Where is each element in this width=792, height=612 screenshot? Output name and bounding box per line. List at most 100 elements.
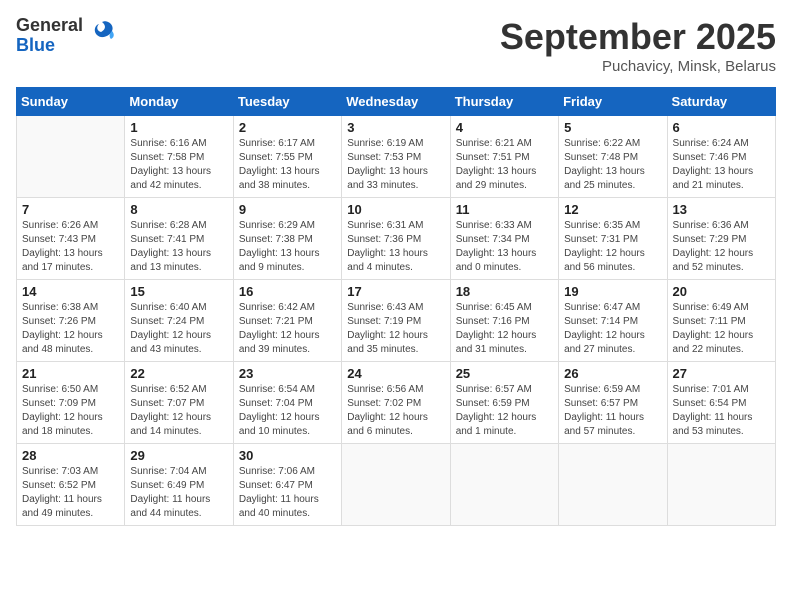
day-number: 2 [239,120,336,135]
day-info: Sunrise: 7:01 AM Sunset: 6:54 PM Dayligh… [673,383,770,439]
sunset-label: Sunset: 7:04 PM [239,398,313,409]
day-info: Sunrise: 6:38 AM Sunset: 7:26 PM Dayligh… [22,301,119,357]
daylight-label: Daylight: 12 hours and 27 minutes. [564,330,645,355]
day-number: 30 [239,448,336,463]
sunrise-label: Sunrise: 7:03 AM [22,466,98,477]
header: General Blue September 2025 Puchavicy, M… [16,16,776,75]
subtitle: Puchavicy, Minsk, Belarus [500,58,776,75]
day-info: Sunrise: 6:52 AM Sunset: 7:07 PM Dayligh… [130,383,227,439]
sunrise-label: Sunrise: 6:50 AM [22,384,98,395]
sunset-label: Sunset: 7:55 PM [239,152,313,163]
sunset-label: Sunset: 6:59 PM [456,398,530,409]
sunrise-label: Sunrise: 6:43 AM [347,302,423,313]
sunset-label: Sunset: 6:49 PM [130,480,204,491]
sunrise-label: Sunrise: 6:24 AM [673,138,749,149]
sunset-label: Sunset: 7:24 PM [130,316,204,327]
calendar-cell: 19 Sunrise: 6:47 AM Sunset: 7:14 PM Dayl… [559,280,667,362]
sunrise-label: Sunrise: 6:21 AM [456,138,532,149]
sunrise-label: Sunrise: 6:19 AM [347,138,423,149]
calendar-cell: 15 Sunrise: 6:40 AM Sunset: 7:24 PM Dayl… [125,280,233,362]
day-info: Sunrise: 6:24 AM Sunset: 7:46 PM Dayligh… [673,137,770,193]
daylight-label: Daylight: 11 hours and 57 minutes. [564,412,644,437]
calendar-week-1: 1 Sunrise: 6:16 AM Sunset: 7:58 PM Dayli… [17,116,776,198]
calendar-cell [342,444,450,526]
calendar-table: SundayMondayTuesdayWednesdayThursdayFrid… [16,87,776,526]
sunset-label: Sunset: 7:38 PM [239,234,313,245]
day-info: Sunrise: 6:21 AM Sunset: 7:51 PM Dayligh… [456,137,553,193]
sunset-label: Sunset: 7:21 PM [239,316,313,327]
sunset-label: Sunset: 6:52 PM [22,480,96,491]
sunset-label: Sunset: 7:16 PM [456,316,530,327]
col-header-wednesday: Wednesday [342,88,450,116]
calendar-cell [667,444,775,526]
day-info: Sunrise: 6:31 AM Sunset: 7:36 PM Dayligh… [347,219,444,275]
logo-general: General [16,16,83,36]
day-number: 23 [239,366,336,381]
sunrise-label: Sunrise: 6:33 AM [456,220,532,231]
sunrise-label: Sunrise: 6:26 AM [22,220,98,231]
daylight-label: Daylight: 12 hours and 18 minutes. [22,412,103,437]
daylight-label: Daylight: 11 hours and 40 minutes. [239,494,319,519]
sunrise-label: Sunrise: 7:01 AM [673,384,749,395]
sunrise-label: Sunrise: 6:45 AM [456,302,532,313]
sunset-label: Sunset: 6:47 PM [239,480,313,491]
sunrise-label: Sunrise: 6:31 AM [347,220,423,231]
calendar-cell: 26 Sunrise: 6:59 AM Sunset: 6:57 PM Dayl… [559,362,667,444]
sunrise-label: Sunrise: 6:57 AM [456,384,532,395]
sunrise-label: Sunrise: 6:42 AM [239,302,315,313]
day-number: 24 [347,366,444,381]
daylight-label: Daylight: 13 hours and 29 minutes. [456,166,537,191]
calendar-cell: 16 Sunrise: 6:42 AM Sunset: 7:21 PM Dayl… [233,280,341,362]
daylight-label: Daylight: 13 hours and 33 minutes. [347,166,428,191]
calendar-cell: 24 Sunrise: 6:56 AM Sunset: 7:02 PM Dayl… [342,362,450,444]
sunrise-label: Sunrise: 6:49 AM [673,302,749,313]
calendar-cell: 18 Sunrise: 6:45 AM Sunset: 7:16 PM Dayl… [450,280,558,362]
daylight-label: Daylight: 13 hours and 9 minutes. [239,248,320,273]
sunset-label: Sunset: 7:48 PM [564,152,638,163]
col-header-monday: Monday [125,88,233,116]
daylight-label: Daylight: 12 hours and 39 minutes. [239,330,320,355]
daylight-label: Daylight: 11 hours and 49 minutes. [22,494,102,519]
sunset-label: Sunset: 7:09 PM [22,398,96,409]
calendar-week-2: 7 Sunrise: 6:26 AM Sunset: 7:43 PM Dayli… [17,198,776,280]
calendar-cell: 12 Sunrise: 6:35 AM Sunset: 7:31 PM Dayl… [559,198,667,280]
calendar-cell: 8 Sunrise: 6:28 AM Sunset: 7:41 PM Dayli… [125,198,233,280]
calendar-cell: 10 Sunrise: 6:31 AM Sunset: 7:36 PM Dayl… [342,198,450,280]
daylight-label: Daylight: 13 hours and 13 minutes. [130,248,211,273]
calendar-cell: 28 Sunrise: 7:03 AM Sunset: 6:52 PM Dayl… [17,444,125,526]
day-number: 5 [564,120,661,135]
calendar-cell: 30 Sunrise: 7:06 AM Sunset: 6:47 PM Dayl… [233,444,341,526]
sunrise-label: Sunrise: 6:38 AM [22,302,98,313]
day-number: 29 [130,448,227,463]
calendar-week-5: 28 Sunrise: 7:03 AM Sunset: 6:52 PM Dayl… [17,444,776,526]
title-area: September 2025 Puchavicy, Minsk, Belarus [500,16,776,75]
sunrise-label: Sunrise: 6:54 AM [239,384,315,395]
sunrise-label: Sunrise: 6:59 AM [564,384,640,395]
month-title: September 2025 [500,16,776,58]
calendar-cell: 25 Sunrise: 6:57 AM Sunset: 6:59 PM Dayl… [450,362,558,444]
daylight-label: Daylight: 13 hours and 17 minutes. [22,248,103,273]
day-info: Sunrise: 6:42 AM Sunset: 7:21 PM Dayligh… [239,301,336,357]
calendar-week-3: 14 Sunrise: 6:38 AM Sunset: 7:26 PM Dayl… [17,280,776,362]
day-info: Sunrise: 6:40 AM Sunset: 7:24 PM Dayligh… [130,301,227,357]
day-number: 25 [456,366,553,381]
logo-blue: Blue [16,36,83,56]
calendar-cell: 22 Sunrise: 6:52 AM Sunset: 7:07 PM Dayl… [125,362,233,444]
day-number: 22 [130,366,227,381]
sunset-label: Sunset: 7:11 PM [673,316,746,327]
sunset-label: Sunset: 7:58 PM [130,152,204,163]
daylight-label: Daylight: 12 hours and 35 minutes. [347,330,428,355]
day-number: 8 [130,202,227,217]
day-number: 28 [22,448,119,463]
sunset-label: Sunset: 7:29 PM [673,234,747,245]
sunrise-label: Sunrise: 6:17 AM [239,138,315,149]
day-info: Sunrise: 6:22 AM Sunset: 7:48 PM Dayligh… [564,137,661,193]
daylight-label: Daylight: 13 hours and 0 minutes. [456,248,537,273]
daylight-label: Daylight: 13 hours and 38 minutes. [239,166,320,191]
daylight-label: Daylight: 12 hours and 31 minutes. [456,330,537,355]
day-info: Sunrise: 6:50 AM Sunset: 7:09 PM Dayligh… [22,383,119,439]
calendar-cell [17,116,125,198]
day-number: 4 [456,120,553,135]
sunrise-label: Sunrise: 6:52 AM [130,384,206,395]
sunset-label: Sunset: 6:54 PM [673,398,747,409]
